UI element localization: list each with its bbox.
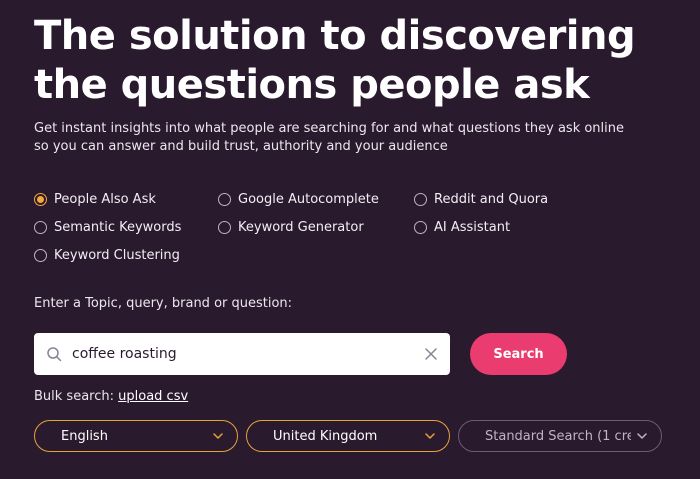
country-select-value: United Kingdom (273, 428, 378, 444)
option-people-also-ask[interactable]: People Also Ask (34, 189, 156, 209)
page-title: The solution to discovering the question… (34, 13, 636, 108)
radio-unchecked-icon (218, 192, 231, 206)
language-select-value: English (61, 428, 108, 444)
language-select[interactable]: English (34, 420, 238, 452)
search-icon (47, 347, 62, 362)
close-icon[interactable] (424, 347, 438, 361)
page-subtitle: Get instant insights into what people ar… (34, 121, 625, 154)
option-label: People Also Ask (54, 191, 156, 207)
search-box (34, 333, 450, 375)
bulk-search: Bulk search: upload csv (34, 389, 188, 404)
option-reddit-and-quora[interactable]: Reddit and Quora (414, 189, 548, 209)
option-keyword-clustering[interactable]: Keyword Clustering (34, 245, 180, 265)
search-label: Enter a Topic, query, brand or question: (34, 296, 293, 311)
option-label: Reddit and Quora (434, 191, 549, 207)
radio-unchecked-icon (34, 220, 47, 234)
radio-unchecked-icon (34, 248, 47, 262)
search-button[interactable]: Search (470, 333, 567, 375)
upload-csv-link[interactable]: upload csv (118, 389, 188, 404)
chevron-down-icon (213, 433, 223, 439)
option-keyword-generator[interactable]: Keyword Generator (218, 217, 364, 237)
search-input[interactable] (72, 346, 416, 362)
page: The solution to discovering the question… (0, 0, 700, 479)
option-label: Semantic Keywords (54, 219, 182, 235)
search-mode-select-value: Standard Search (1 cre (485, 428, 631, 444)
chevron-down-icon (425, 433, 435, 439)
search-mode-select[interactable]: Standard Search (1 cre (458, 420, 662, 452)
radio-unchecked-icon (414, 220, 427, 234)
option-label: Keyword Clustering (54, 247, 180, 263)
chevron-down-icon (637, 433, 647, 439)
option-google-autocomplete[interactable]: Google Autocomplete (218, 189, 379, 209)
radio-checked-icon (34, 192, 47, 206)
radio-unchecked-icon (414, 192, 427, 206)
bulk-search-label: Bulk search: (34, 389, 114, 404)
option-label: Keyword Generator (238, 219, 364, 235)
option-ai-assistant[interactable]: AI Assistant (414, 217, 510, 237)
option-semantic-keywords[interactable]: Semantic Keywords (34, 217, 181, 237)
radio-unchecked-icon (218, 220, 231, 234)
country-select[interactable]: United Kingdom (246, 420, 450, 452)
option-label: AI Assistant (434, 219, 511, 235)
option-label: Google Autocomplete (238, 191, 379, 207)
